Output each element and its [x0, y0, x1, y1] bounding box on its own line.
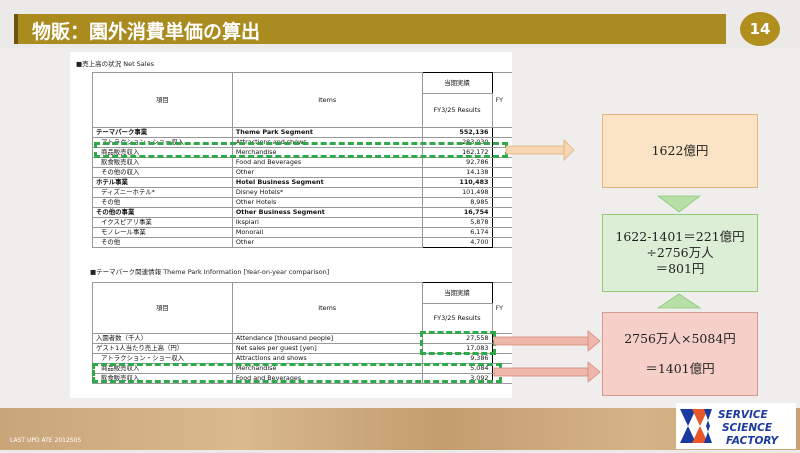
logo-line-1: SERVICE [718, 409, 769, 421]
outside-park-spend-box: 1622-1401＝221億円 ÷2756万人 ＝801円 [602, 214, 758, 292]
calc-line-5: ＝1401億円 [645, 361, 715, 376]
calc-line-1: 1622-1401＝221億円 [615, 229, 745, 244]
logo-mark-icon: SERVICE SCIENCE FACTORY [680, 409, 780, 447]
merchandise-total-box: 1622億円 [602, 114, 758, 188]
calc-line-3: ＝801円 [655, 261, 705, 276]
in-park-merchandise-box: 2756万人×5084円 ＝1401億円 [602, 312, 758, 396]
logo-line-3: FACTORY [726, 435, 780, 447]
right-arrow-middle [493, 330, 601, 352]
right-arrow-bottom [493, 361, 601, 383]
service-science-factory-logo: SERVICE SCIENCE FACTORY [676, 403, 796, 449]
calc-line-2: ÷2756万人 [646, 245, 714, 260]
logo-line-2: SCIENCE [722, 422, 773, 434]
down-arrow [656, 195, 702, 213]
calc-line-4: 2756万人×5084円 [624, 331, 736, 346]
right-arrow-top [505, 139, 575, 161]
up-arrow [656, 293, 702, 309]
last-update-text: LAST UPD ATE 2012S05 [10, 437, 82, 444]
